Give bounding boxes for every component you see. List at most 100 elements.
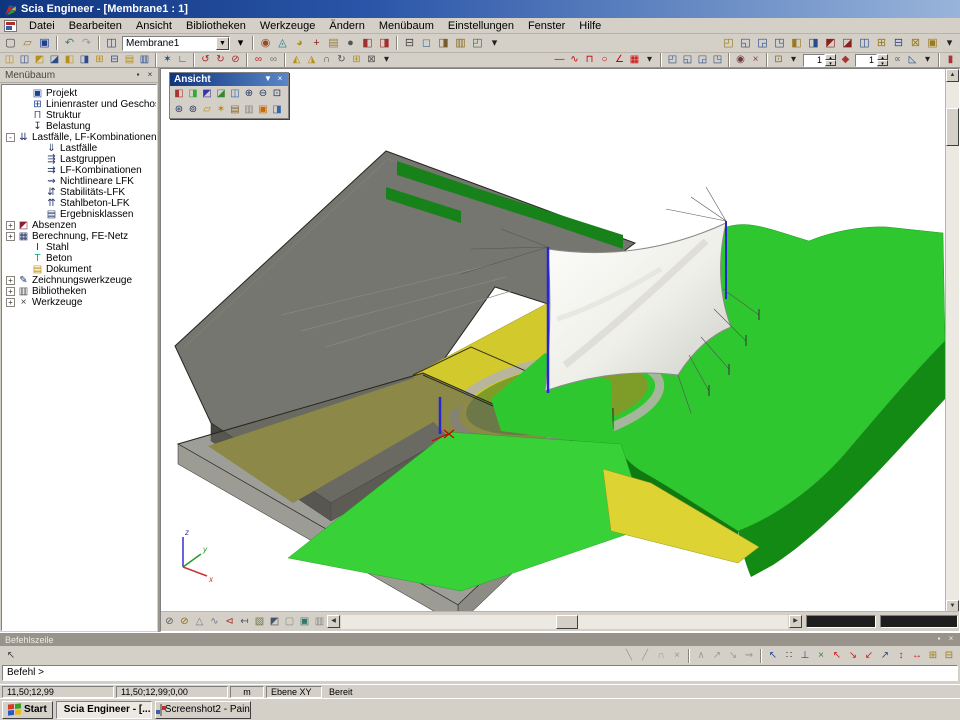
task-scia[interactable]: Scia Engineer - [... xyxy=(56,701,152,719)
tree-item-lf-kombinationen[interactable]: ⇉ LF-Kombinationen xyxy=(2,165,156,176)
menu-hilfe[interactable]: Hilfe xyxy=(572,19,608,33)
undo-icon[interactable]: ↶ xyxy=(61,35,78,51)
wireframe-icon[interactable]: ▢ xyxy=(282,614,297,629)
selection-icon-6[interactable]: ◨ xyxy=(77,54,92,67)
menu-einstellungen[interactable]: Einstellungen xyxy=(441,19,521,33)
scale-spinner-value[interactable]: 1 xyxy=(803,54,825,67)
model-box-icon[interactable]: ◬ xyxy=(274,35,291,51)
vertical-scrollbar[interactable]: ▲ ▼ xyxy=(945,69,959,613)
copy-icon-2[interactable]: ◮ xyxy=(304,54,319,67)
snap-save-icon[interactable]: ⊟ xyxy=(941,648,957,663)
view-dropdown-icon[interactable]: ▾ xyxy=(786,54,801,67)
view-window-icon-4[interactable]: ◳ xyxy=(771,35,788,51)
activity-icon[interactable]: ◆ xyxy=(838,54,853,67)
ansicht-toolbar[interactable]: Ansicht ▼ × ◧ ◨ ◩ ◪ ◫ ⊕ xyxy=(169,72,289,119)
load-spinner[interactable]: 1 ▴▾ xyxy=(855,54,888,67)
hatch-icon[interactable]: ▦ xyxy=(627,54,642,67)
zoom-in-icon[interactable]: ⊕ xyxy=(242,87,256,101)
copy-icon-1[interactable]: ◭ xyxy=(289,54,304,67)
view-window-icon-6[interactable]: ◨ xyxy=(805,35,822,51)
flag-icon[interactable]: ⊲ xyxy=(222,614,237,629)
panel-red-icon[interactable]: ◧ xyxy=(359,35,376,51)
tree-item-projekt[interactable]: ▣ Projekt xyxy=(2,88,156,99)
tree-item-werkzeuge[interactable]: + × Werkzeuge xyxy=(2,297,156,308)
horizontal-scrollbar[interactable] xyxy=(341,615,788,629)
new-view-icon[interactable]: ⊡ xyxy=(771,54,786,67)
spin-down-icon[interactable]: ▾ xyxy=(877,60,888,66)
shade-mode-icon[interactable]: ◩ xyxy=(267,614,282,629)
export-icon[interactable]: ◰ xyxy=(469,35,486,51)
task-paint[interactable]: Screenshot2 - Paint xyxy=(155,701,251,719)
section-icon[interactable]: ↤ xyxy=(237,614,252,629)
view-window-icon-13[interactable]: ▣ xyxy=(924,35,941,51)
polyline-icon[interactable]: ∿ xyxy=(567,54,582,67)
snap-delete-icon[interactable]: × xyxy=(669,648,685,663)
viewport[interactable]: z y x Ansicht ▼ × ◧ ◨ ◩ xyxy=(160,68,960,632)
tree-item-lastgruppen[interactable]: ⇶ Lastgruppen xyxy=(2,154,156,165)
zoom-all-icon[interactable]: ⊛ xyxy=(172,103,186,117)
rect-icon[interactable]: ⊓ xyxy=(582,54,597,67)
menu-bearbeiten[interactable]: Bearbeiten xyxy=(62,19,129,33)
length-snap-icon[interactable]: ↔ xyxy=(909,648,925,663)
selection-icon-8[interactable]: ⊟ xyxy=(107,54,122,67)
gallery-icon[interactable]: ◨ xyxy=(435,35,452,51)
close-icon[interactable]: × xyxy=(144,70,156,81)
pointer-icon[interactable]: ↖ xyxy=(3,648,19,663)
title-bar[interactable]: Scia Engineer - [Membrane1 : 1] xyxy=(0,0,960,18)
chevron-down-icon[interactable]: ▼ xyxy=(262,74,274,85)
coord-system-icon[interactable]: + xyxy=(308,35,325,51)
combo-dropdown-icon[interactable]: ▼ xyxy=(216,37,229,50)
menu-datei[interactable]: Datei xyxy=(22,19,62,33)
menu-menuebaum[interactable]: Menübaum xyxy=(372,19,441,33)
mdi-child-icon[interactable] xyxy=(4,20,17,32)
command-input[interactable]: Befehl > xyxy=(2,665,958,681)
angle-icon[interactable]: ∠ xyxy=(612,54,627,67)
zoom-out-icon[interactable]: ⊖ xyxy=(256,87,270,101)
combo-extra-dropdown-icon[interactable]: ▾ xyxy=(232,35,249,51)
intersection-snap-icon[interactable]: ↘ xyxy=(845,648,861,663)
selection-icon-4[interactable]: ◪ xyxy=(47,54,62,67)
camera-apply-icon[interactable]: ▥ xyxy=(242,103,256,117)
tree-item-berechnung[interactable]: + ▦ Berechnung, FE-Netz xyxy=(2,231,156,242)
view-window-icon-11[interactable]: ⊟ xyxy=(890,35,907,51)
notebook-icon[interactable]: ▤ xyxy=(325,35,342,51)
endpoint-snap-icon[interactable]: ↖ xyxy=(829,648,845,663)
sphere-icon[interactable]: ● xyxy=(342,35,359,51)
view-window-icon-12[interactable]: ⊠ xyxy=(907,35,924,51)
view-window-icon-8[interactable]: ◪ xyxy=(839,35,856,51)
measure-icon[interactable]: ∟ xyxy=(175,54,190,67)
menu-ansicht[interactable]: Ansicht xyxy=(129,19,179,33)
tree-expander-icon[interactable]: - xyxy=(6,133,15,142)
axo-dropdown-icon[interactable]: ▾ xyxy=(920,54,935,67)
snap-perp-icon[interactable]: ↘ xyxy=(725,648,741,663)
view-window-icon-1[interactable]: ◰ xyxy=(720,35,737,51)
tree-item-zeichnungswerkzeuge[interactable]: + ✎ Zeichnungswerkzeuge xyxy=(2,275,156,286)
vertical-scroll-thumb[interactable] xyxy=(946,108,959,146)
menu-werkzeuge[interactable]: Werkzeuge xyxy=(253,19,322,33)
cursor-snap-icon[interactable]: ↖ xyxy=(765,648,781,663)
view-window-icon-10[interactable]: ⊞ xyxy=(873,35,890,51)
tree-expander-icon[interactable]: + xyxy=(6,276,15,285)
view-persp-icon[interactable]: ◫ xyxy=(228,87,242,101)
eye-icon[interactable]: ◉ xyxy=(733,54,748,67)
truss-icon[interactable]: △ xyxy=(192,614,207,629)
project-settings-icon[interactable]: ◉ xyxy=(257,35,274,51)
view-window-icon-3[interactable]: ◲ xyxy=(754,35,771,51)
pin-icon[interactable]: ▪ xyxy=(132,70,144,81)
link-icon-1[interactable]: ∞ xyxy=(251,54,266,67)
array-icon[interactable]: ⊞ xyxy=(349,54,364,67)
tree-item-lastfaelle-lfk[interactable]: - ⇊ Lastfälle, LF-Kombinationen xyxy=(2,132,156,143)
tree-item-bibliotheken[interactable]: + ▥ Bibliotheken xyxy=(2,286,156,297)
print-icon[interactable]: ⊟ xyxy=(401,35,418,51)
layers-icon[interactable]: ◫ xyxy=(103,35,120,51)
clipboard-icon-2[interactable]: ◱ xyxy=(680,54,695,67)
circle-icon[interactable]: ○ xyxy=(597,54,612,67)
clip-view-icon[interactable]: ▣ xyxy=(297,614,312,629)
selection-icon-2[interactable]: ◫ xyxy=(17,54,32,67)
view-window-icon-9[interactable]: ◫ xyxy=(856,35,873,51)
load-spinner-value[interactable]: 1 xyxy=(855,54,877,67)
close-icon[interactable]: × xyxy=(945,634,957,645)
link-icon-2[interactable]: ∞ xyxy=(266,54,281,67)
view-front-icon[interactable]: ◧ xyxy=(172,87,186,101)
scroll-up-icon[interactable]: ▲ xyxy=(946,69,959,82)
